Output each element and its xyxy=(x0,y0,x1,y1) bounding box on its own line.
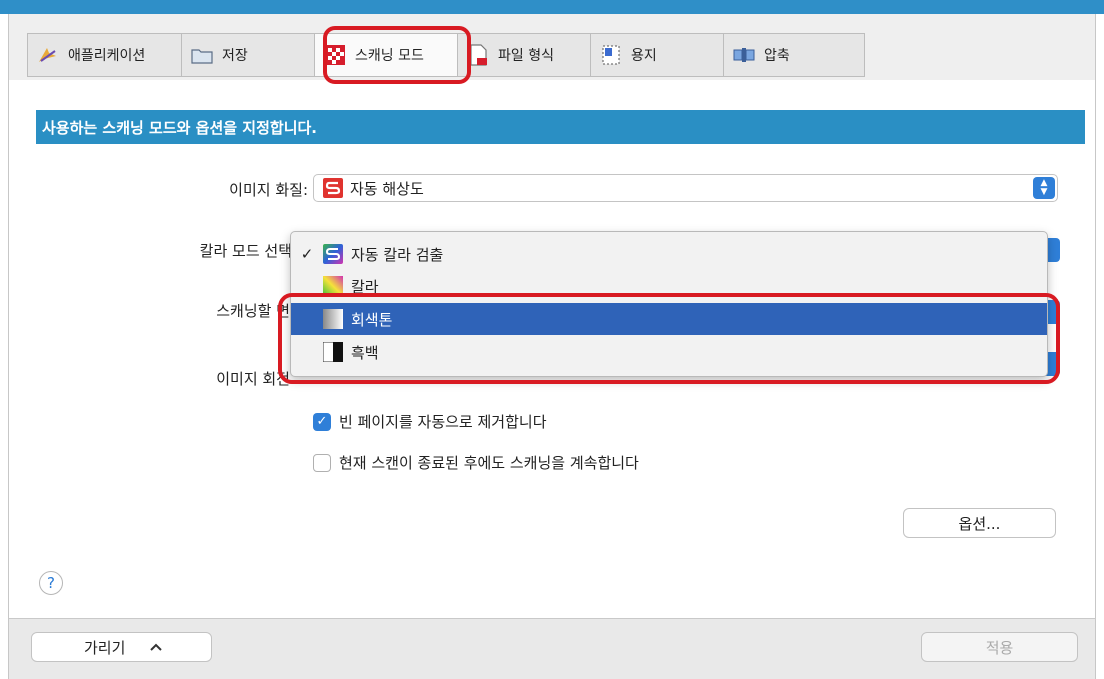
tab-compression[interactable]: 압축 xyxy=(723,33,865,77)
page-banner: 사용하는 스캐닝 모드와 옵션을 지정합니다. xyxy=(36,110,1085,144)
image-quality-value: 자동 해상도 xyxy=(350,179,424,198)
image-quality-label: 이미지 화질: xyxy=(229,181,308,199)
hide-button[interactable]: 가리기 xyxy=(31,632,212,662)
apply-button[interactable]: 적용 xyxy=(921,632,1078,662)
scan-mode-tab-highlight xyxy=(323,26,471,84)
tab-save-label: 저장 xyxy=(222,48,248,64)
tab-paper-label: 용지 xyxy=(631,48,657,64)
application-icon xyxy=(36,44,60,66)
rotation-label: 이미지 회전 xyxy=(216,370,290,388)
tab-file-format[interactable]: 파일 형식 xyxy=(457,33,590,77)
chevron-up-icon xyxy=(149,642,163,652)
tab-application-label: 애플리케이션 xyxy=(68,48,146,64)
remove-blank-pages-checkbox[interactable]: ✓ xyxy=(313,412,331,431)
hide-button-label: 가리기 xyxy=(84,638,126,657)
image-quality-select[interactable]: 자동 해상도 ▲ ▼ xyxy=(313,174,1058,202)
folder-icon xyxy=(190,44,214,66)
remove-blank-pages-label: 빈 페이지를 자동으로 제거합니다 xyxy=(339,413,547,431)
auto-resolution-icon xyxy=(322,177,344,199)
remove-blank-pages-row[interactable]: ✓ 빈 페이지를 자동으로 제거합니다 xyxy=(313,411,547,432)
tab-application[interactable]: 애플리케이션 xyxy=(27,33,181,77)
tab-file-format-label: 파일 형식 xyxy=(498,48,554,64)
grayscale-bw-highlight xyxy=(278,293,1060,384)
tab-compression-label: 압축 xyxy=(764,48,790,64)
help-button[interactable]: ? xyxy=(39,571,63,595)
menu-item-auto-color[interactable]: ✓ 자동 칼라 검출 xyxy=(291,238,1047,270)
continue-scanning-checkbox[interactable] xyxy=(313,453,331,472)
continue-scanning-row[interactable]: 현재 스캔이 종료된 후에도 스캐닝을 계속합니다 xyxy=(313,452,639,473)
menu-item-auto-color-label: 자동 칼라 검출 xyxy=(351,245,444,264)
auto-color-icon xyxy=(323,244,343,264)
scan-side-label: 스캐닝할 면 xyxy=(216,302,290,320)
stepper-icon: ▲ ▼ xyxy=(1033,177,1055,199)
compression-icon xyxy=(732,44,756,66)
continue-scanning-label: 현재 스캔이 종료된 후에도 스캐닝을 계속합니다 xyxy=(339,454,639,472)
tab-save[interactable]: 저장 xyxy=(181,33,314,77)
window-top-bar xyxy=(0,0,1104,14)
tab-paper[interactable]: 용지 xyxy=(590,33,723,77)
scan-settings-window: 애플리케이션 저장 스캐닝 모드 파일 형식 용지 압축 사용하는 스캐닝 모드… xyxy=(0,0,1104,679)
options-button[interactable]: 옵션... xyxy=(903,508,1056,538)
paper-icon xyxy=(599,44,623,66)
checkmark-icon: ✓ xyxy=(300,245,314,263)
color-mode-label: 칼라 모드 선택 xyxy=(199,242,292,260)
